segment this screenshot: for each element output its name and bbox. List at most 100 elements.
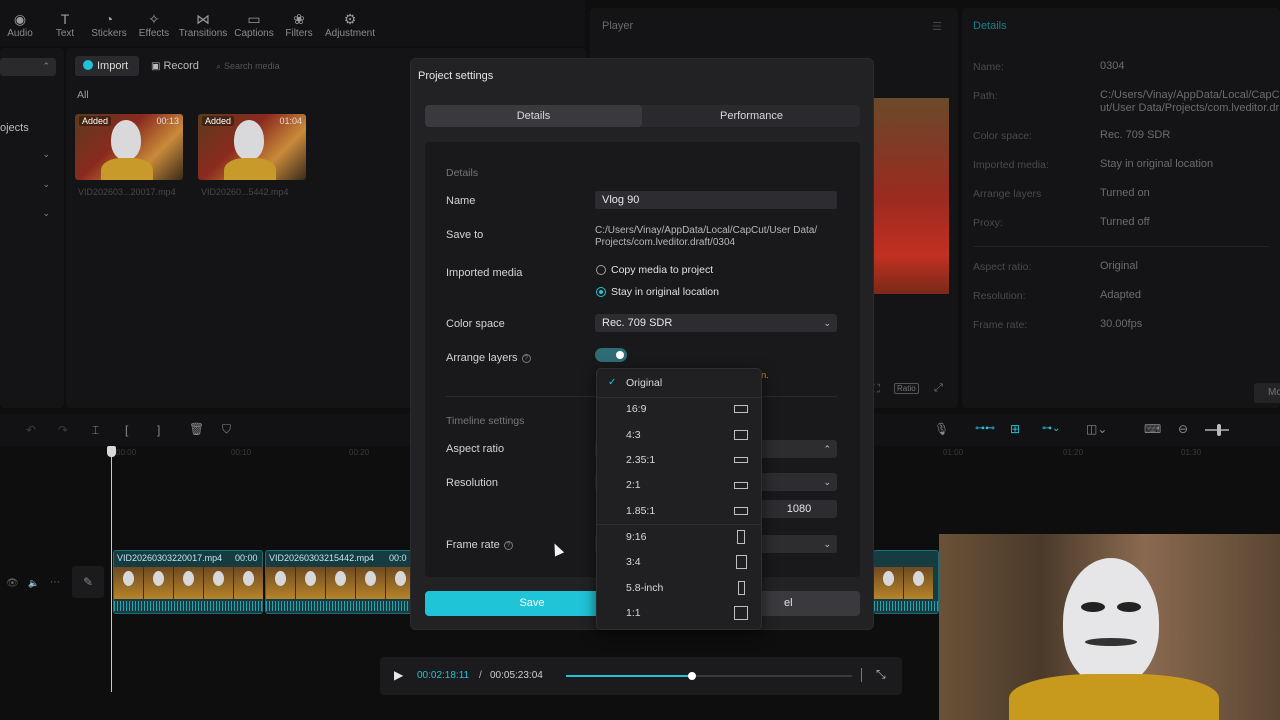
aspect-option-16-9[interactable]: 16:9 [597, 398, 761, 420]
playback-bar: ▶ 00:02:18:11 / 00:05:23:04 ⤡ [380, 657, 902, 695]
timeline-clip-2[interactable]: VID20260303215442.mp4 00:0 [265, 550, 415, 614]
detail-label-colorspace: Color space: [973, 130, 1032, 142]
link-icon[interactable]: ⊶⌄ [1042, 423, 1060, 434]
detail-label-aspect: Aspect ratio: [973, 261, 1032, 273]
aspect-option-original[interactable]: ✓ Original [597, 372, 761, 394]
toolbar-adjustment[interactable]: ⚙ Adjustment [324, 10, 376, 39]
timeline-clip-1[interactable]: VID20260303220017.mp4 00:00 [113, 550, 263, 614]
sidebar-dropdown-1[interactable]: ⌄ [0, 146, 54, 164]
clip-duration: 00:13 [156, 116, 179, 126]
detail-label-resolution: Resolution: [973, 290, 1026, 302]
search-media-input[interactable]: ⌕ Search media [216, 56, 416, 76]
magnet-icon[interactable]: ⊞ [1010, 422, 1020, 436]
clip-face [234, 120, 264, 160]
aspect-option-9-16[interactable]: 9:16 [597, 526, 761, 548]
help-icon[interactable]: ? [521, 353, 531, 363]
player-video-preview [872, 98, 949, 294]
expand-icon[interactable]: ⤢ [934, 382, 943, 395]
marker-icon[interactable]: ⛉ [222, 422, 231, 437]
toolbar-filters[interactable]: ❀ Filters [273, 10, 325, 39]
tab-details[interactable]: Details [425, 105, 642, 127]
link-main-icon[interactable]: ⊶⊷ [975, 423, 995, 434]
color-space-select[interactable]: Rec. 709 SDR ⌄ [595, 314, 837, 332]
toolbar-transitions[interactable]: ⋈ Transitions [177, 10, 229, 39]
detail-value-aspect: Original [1100, 260, 1138, 272]
filter-all[interactable]: All [77, 89, 89, 101]
imported-media-label: Imported media [446, 267, 523, 279]
toolbar-effects[interactable]: ✧ Effects [128, 10, 180, 39]
help-icon[interactable]: ? [503, 540, 513, 550]
arrange-layers-toggle[interactable] [595, 348, 627, 362]
added-badge: Added [202, 116, 235, 126]
chevron-down-icon: ⌄ [823, 318, 831, 328]
import-button[interactable]: Import [75, 56, 139, 76]
playhead[interactable] [111, 446, 112, 692]
playhead-handle[interactable] [107, 446, 116, 457]
radio-copy-media[interactable] [596, 265, 606, 275]
record-button[interactable]: ▣ Record [145, 56, 207, 76]
webcam-mask-eye-left [1081, 602, 1105, 612]
chevron-down-icon: ⌄ [823, 477, 831, 487]
detail-label-arrange: Arrange layers [973, 188, 1042, 200]
detail-value-path: C:/Users/Vinay/AppData/Local/CapCut/User… [1100, 89, 1280, 114]
detail-label-path: Path: [973, 90, 998, 102]
media-clip-1[interactable]: Added 00:13 [75, 114, 183, 180]
transitions-icon: ⋈ [196, 11, 210, 27]
stay-original-option[interactable]: Stay in original location [611, 286, 719, 298]
radio-stay-original[interactable] [596, 287, 606, 297]
player-menu-icon[interactable]: ☰ [932, 20, 942, 33]
sidebar-dropdown-2[interactable]: ⌄ [0, 176, 54, 194]
split-icon[interactable]: ⌶ [92, 423, 99, 438]
track-audio-icon[interactable]: 🔈 [28, 578, 39, 589]
tick-label: 01:00 [943, 448, 964, 457]
clip-1-time: 00:00 [235, 553, 258, 563]
save-to-label: Save to [446, 229, 484, 241]
collapse-player-icon[interactable]: ⤡ [876, 667, 886, 682]
redo-icon[interactable]: ↷ [58, 423, 68, 437]
play-button[interactable]: ▶ [394, 668, 403, 682]
detail-label-proxy: Proxy: [973, 217, 1003, 229]
tick-label: 00:00 [116, 448, 137, 457]
seek-track[interactable] [566, 672, 852, 680]
detail-label-framerate: Frame rate: [973, 319, 1028, 331]
copy-media-option[interactable]: Copy media to project [611, 264, 713, 276]
modify-button[interactable]: Mo [1254, 383, 1280, 403]
sidebar-top-item[interactable]: ⌃ [0, 58, 56, 76]
aspect-option-3-4[interactable]: 3:4 [597, 551, 761, 573]
seek-progress [566, 675, 692, 677]
save-to-path[interactable]: C:/Users/Vinay/AppData/Local/CapCut/User… [595, 225, 817, 249]
dropdown-divider [597, 524, 761, 525]
project-name-input[interactable]: Vlog 90 [595, 191, 837, 209]
zoom-slider[interactable] [1205, 424, 1229, 436]
split-right-icon[interactable]: ] [157, 423, 160, 437]
media-clip-2[interactable]: Added 01:04 [198, 114, 306, 180]
aspect-option-2-35-1[interactable]: 2.35:1 [597, 449, 761, 471]
chevron-down-icon: ⌄ [823, 539, 831, 549]
aspect-option-1-85-1[interactable]: 1.85:1 [597, 500, 761, 522]
sidebar-dropdown-3[interactable]: ⌄ [0, 205, 54, 223]
mic-icon[interactable]: 🎙 [934, 422, 949, 436]
track-more-icon[interactable]: ⋯ [50, 577, 60, 588]
delete-icon[interactable]: 🗑 [189, 422, 204, 436]
aspect-ratio-dropdown: ✓ Original 16:9 4:3 2.35:1 2:1 1.85:1 9:1… [596, 368, 762, 630]
undo-icon[interactable]: ↶ [26, 423, 36, 437]
cover-edit-button[interactable]: ✎ [72, 566, 104, 598]
split-left-icon[interactable]: [ [125, 423, 128, 437]
clip-frame [904, 567, 933, 599]
detail-value-proxy: Turned off [1100, 216, 1150, 228]
aspect-option-5-8-inch[interactable]: 5.8-inch [597, 577, 761, 599]
ratio-button[interactable]: Ratio [894, 383, 919, 394]
seek-handle[interactable] [687, 672, 696, 680]
track-visibility-icon[interactable]: 👁 [6, 578, 19, 589]
preview-axis-icon[interactable]: ◫⌄ [1086, 422, 1107, 436]
tab-performance[interactable]: Performance [643, 105, 860, 127]
aspect-option-1-1[interactable]: 1:1 [597, 602, 761, 624]
aspect-option-4-3[interactable]: 4:3 [597, 424, 761, 446]
aspect-option-2-1[interactable]: 2:1 [597, 474, 761, 496]
zoom-slider-handle[interactable] [1217, 424, 1221, 436]
timeline-clip-3[interactable] [873, 550, 939, 614]
sidebar-projects-label[interactable]: ojects [0, 122, 29, 134]
caption-icon[interactable]: ⌨ [1144, 422, 1161, 436]
zoom-out-icon[interactable]: ⊖ [1178, 422, 1188, 436]
resolution-height-input[interactable]: 1080 [761, 500, 837, 518]
